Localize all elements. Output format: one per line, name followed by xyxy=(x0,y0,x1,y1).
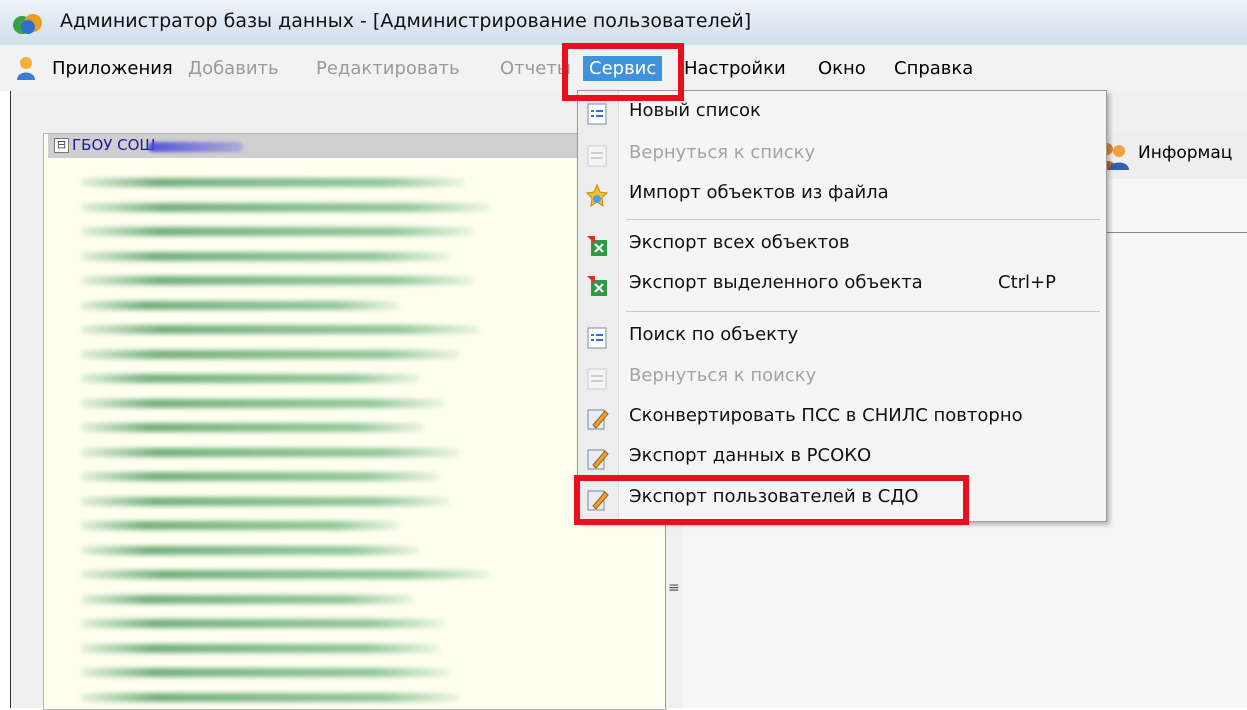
shortcut-label: Ctrl+P xyxy=(998,272,1056,293)
menu-item-back-to-list[interactable]: Вернуться к списку xyxy=(578,139,1104,172)
tree-item[interactable] xyxy=(80,178,465,187)
menu-edit[interactable]: Редактировать xyxy=(316,58,460,79)
tree-item[interactable] xyxy=(80,692,460,702)
tree-item[interactable] xyxy=(80,472,440,481)
tree-item[interactable] xyxy=(80,300,400,310)
highlight-export-users-sdo xyxy=(574,475,969,525)
tree-item[interactable] xyxy=(80,594,415,604)
splitter-grip-icon[interactable]: ≡ xyxy=(668,580,680,596)
tree-item[interactable] xyxy=(80,619,445,628)
tree-item[interactable] xyxy=(80,447,460,457)
tree-item[interactable] xyxy=(80,251,450,261)
menu-item-export-rsoko[interactable]: Экспорт данных в РСОКО xyxy=(578,442,1104,475)
menu-item-label: Вернуться к поиску xyxy=(629,365,817,386)
user-app-icon[interactable] xyxy=(16,56,36,80)
tree-item[interactable] xyxy=(80,570,490,579)
import-star-icon xyxy=(585,184,609,208)
menu-window[interactable]: Окно xyxy=(818,58,866,79)
app-logo-icon xyxy=(13,14,42,34)
edit-doc-icon xyxy=(587,409,609,430)
menu-item-label: Вернуться к списку xyxy=(629,142,816,163)
export-excel-icon xyxy=(587,236,607,256)
info-button-label[interactable]: Информац xyxy=(1138,143,1232,163)
menu-item-convert-pss-snils[interactable]: Сконвертировать ПСС в СНИЛС повторно xyxy=(578,402,1104,435)
menu-separator xyxy=(626,219,1100,220)
menu-item-import-objects[interactable]: Импорт объектов из файла xyxy=(578,179,1104,212)
menu-item-export-all[interactable]: Экспорт всех объектов xyxy=(578,229,1104,262)
tree-item[interactable] xyxy=(80,545,420,555)
tree-item[interactable] xyxy=(80,668,450,677)
tree-item[interactable] xyxy=(80,521,400,530)
menu-separator xyxy=(626,311,1100,312)
menu-item-back-to-search[interactable]: Вернуться к поиску xyxy=(578,362,1104,395)
menu-item-label: Экспорт всех объектов xyxy=(629,232,850,253)
window-title: Администратор базы данных - [Администрир… xyxy=(60,10,752,32)
list-doc-icon xyxy=(587,103,607,125)
list-doc-icon xyxy=(587,368,607,390)
menu-add[interactable]: Добавить xyxy=(188,58,279,79)
tree-item[interactable] xyxy=(80,643,440,653)
menu-settings[interactable]: Настройки xyxy=(684,58,786,79)
tree-root-label[interactable]: ГБОУ СОШ xyxy=(72,136,155,154)
tree-item[interactable] xyxy=(80,227,475,236)
menu-item-label: Экспорт данных в РСОКО xyxy=(629,445,872,466)
menu-item-label: Экспорт выделенного объекта xyxy=(629,272,923,293)
menu-item-search-object[interactable]: Поиск по объекту xyxy=(578,321,1104,354)
menu-item-label: Поиск по объекту xyxy=(629,324,799,345)
export-excel-icon xyxy=(587,276,607,296)
toolbar-bottom-line xyxy=(1088,232,1247,233)
menu-applications[interactable]: Приложения xyxy=(52,58,173,79)
menu-item-label: Сконвертировать ПСС в СНИЛС повторно xyxy=(629,405,1023,426)
tree-item[interactable] xyxy=(80,398,445,408)
list-doc-icon xyxy=(587,327,607,349)
tree-item[interactable] xyxy=(80,202,490,212)
tree-item[interactable] xyxy=(80,349,460,359)
tree-item[interactable] xyxy=(80,374,420,383)
menu-help[interactable]: Справка xyxy=(894,58,973,79)
highlight-service-menu xyxy=(562,43,684,101)
collapse-icon[interactable]: ⊟ xyxy=(54,138,69,153)
tree-item[interactable] xyxy=(80,423,425,432)
redacted-root-name xyxy=(148,142,243,152)
menu-item-new-list[interactable]: Новый список xyxy=(578,97,1104,130)
list-doc-icon xyxy=(587,145,607,167)
menu-reports[interactable]: Отчеты xyxy=(500,58,571,79)
tree-item[interactable] xyxy=(80,325,480,334)
menu-item-label: Новый список xyxy=(629,100,761,121)
edit-doc-icon xyxy=(587,449,609,470)
menu-item-export-selected[interactable]: Экспорт выделенного объекта Ctrl+P xyxy=(578,269,1104,302)
menu-item-label: Импорт объектов из файла xyxy=(629,182,889,203)
tree-item[interactable] xyxy=(80,496,450,506)
tree-item[interactable] xyxy=(80,276,475,285)
